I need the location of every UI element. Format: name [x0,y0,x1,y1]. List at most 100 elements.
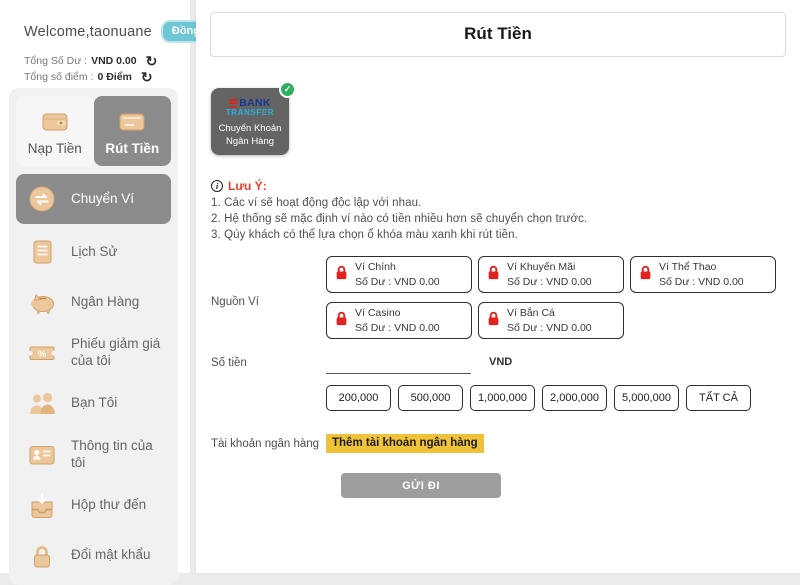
tab-label: Rút Tiền [105,141,159,156]
notes-heading-text: Lưu Ý: [228,179,267,193]
total-balance-line: Tổng Số Dư : VND 0.00 ↻ [24,55,190,67]
wallet-name: Ví Khuyến Mãi [507,260,592,274]
wallet-name: Ví Chính [355,260,440,274]
wallet-source-row: Nguồn Ví Ví Chính Số Dư : VND 0.00 Ví Kh… [211,256,800,348]
quick-amount-button[interactable]: 500,000 [398,385,463,411]
wallet-name: Ví Casino [355,306,440,320]
red-lock-icon [335,264,348,285]
points-value: 0 Điểm [97,71,131,83]
inbox-icon [26,490,58,522]
friends-icon [26,388,58,420]
sidebar-item-lich-su[interactable]: Lịch Sử [16,227,171,277]
note-line: 3. Qúy khách có thể lựa chọn ổ khóa màu … [211,229,800,241]
wallet-grid: Ví Chính Số Dư : VND 0.00 Ví Khuyến Mãi … [326,256,791,348]
notes-block: i Lưu Ý: 1. Các ví sẽ hoạt động độc lập … [211,179,800,241]
quick-amount-button[interactable]: 200,000 [326,385,391,411]
info-icon: i [211,180,223,192]
quick-amount-button[interactable]: 5,000,000 [614,385,679,411]
piggy-bank-icon [26,286,58,318]
sidebar-item-chuyen-vi[interactable]: Chuyển Ví [16,174,171,224]
sidebar-item-doi-mat-khau[interactable]: Đổi mật khẩu [16,531,171,581]
sidebar: Welcome,taonuane Đồng Tổng Số Dư : VND 0… [0,0,190,573]
tab-nap-tien[interactable]: Nạp Tiền [16,96,94,166]
ebank-logo-transfer-text: TRANSFER [211,108,289,117]
red-lock-icon [335,310,348,331]
red-lock-icon [487,310,500,331]
scroll-icon [26,236,58,268]
balance-block: Tổng Số Dư : VND 0.00 ↻ Tổng số điểm : 0… [0,43,190,83]
currency-label: VND [489,353,512,368]
page-title: Rút Tiền [210,12,786,57]
red-lock-icon [639,264,652,285]
wallet-card-vi-ban-ca[interactable]: Ví Bắn Cá Số Dư : VND 0.00 [478,302,624,339]
quick-amount-all-button[interactable]: TẤT CẢ [686,385,751,411]
wallet-icon [39,106,71,138]
tab-rut-tien[interactable]: Rút Tiền [94,96,172,166]
selected-check-icon: ✓ [279,81,296,98]
amount-row: Số tiền VND [211,353,800,374]
wallet-name: Ví Bắn Cá [507,306,592,320]
note-line: 1. Các ví sẽ hoạt động độc lập với nhau. [211,197,800,209]
wallet-balance: Số Dư : VND 0.00 [507,321,592,335]
wallet-card-vi-casino[interactable]: Ví Casino Số Dư : VND 0.00 [326,302,472,339]
notes-heading: i Lưu Ý: [211,179,800,193]
red-lock-icon [487,264,500,285]
sidebar-item-label: Phiếu giảm giá của tôi [71,336,167,370]
sidebar-item-label: Lịch Sử [71,244,118,261]
ebank-logo-stripes [229,99,237,108]
quick-amount-button[interactable]: 1,000,000 [470,385,535,411]
points-label: Tổng số điểm : [24,71,93,83]
sidebar-item-ban-toi[interactable]: Bạn Tôi [16,379,171,429]
wallet-balance: Số Dư : VND 0.00 [507,275,592,289]
bank-account-row: Tài khoản ngân hàng Thêm tài khoản ngân … [211,434,800,453]
sidebar-item-label: Đổi mật khẩu [71,547,151,564]
sidebar-item-label: Bạn Tôi [71,395,117,412]
wallet-balance: Số Dư : VND 0.00 [355,275,440,289]
sidebar-item-hop-thu-den[interactable]: Hộp thư đến [16,481,171,531]
total-points-line: Tổng số điểm : 0 Điểm ↻ [24,71,190,83]
balance-value: VND 0.00 [91,55,137,67]
amount-label: Số tiền [211,353,326,369]
deposit-withdraw-tabs: Nạp Tiền Rút Tiền [16,96,171,166]
quick-amount-button[interactable]: 2,000,000 [542,385,607,411]
sidebar-item-phieu-giam-gia[interactable]: % Phiếu giảm giá của tôi [16,327,171,379]
amount-field: VND [326,353,512,374]
tab-label: Nạp Tiền [28,141,82,156]
wallet-card-vi-khuyen-mai[interactable]: Ví Khuyến Mãi Số Dư : VND 0.00 [478,256,624,293]
wallet-balance: Số Dư : VND 0.00 [355,321,440,335]
refresh-balance-icon[interactable]: ↻ [146,56,158,66]
svg-text:%: % [38,349,47,360]
wallet-name: Ví Thể Thao [659,260,744,274]
wallet-balance: Số Dư : VND 0.00 [659,275,744,289]
id-card-icon [26,439,58,471]
welcome-text: Welcome,taonuane [24,24,152,40]
sidebar-item-label: Hộp thư đến [71,497,146,514]
submit-button[interactable]: GỬI ĐI [341,473,501,498]
balance-label: Tổng Số Dư : [24,55,87,67]
withdraw-form: Nguồn Ví Ví Chính Số Dư : VND 0.00 Ví Kh… [211,256,800,498]
sidebar-item-label: Ngân Hàng [71,294,139,311]
quick-amounts-row: 200,000 500,000 1,000,000 2,000,000 5,00… [326,385,800,411]
refresh-points-icon[interactable]: ↻ [141,72,153,82]
bank-account-label: Tài khoản ngân hàng [211,438,326,450]
card-icon [116,106,148,138]
wallet-card-vi-chinh[interactable]: Ví Chính Số Dư : VND 0.00 [326,256,472,293]
note-line: 2. Hệ thống sẽ mặc định ví nào có tiền n… [211,213,800,225]
add-bank-account-link[interactable]: Thêm tài khoản ngân hàng [326,434,484,453]
sidebar-item-thong-tin[interactable]: Thông tin của tôi [16,429,171,481]
main-content: Rút Tiền ✓ BANK TRANSFER Chuyển Khoản Ng… [196,0,800,573]
coin-transfer-icon [26,183,58,215]
amount-input[interactable] [326,353,471,374]
sidebar-item-label: Chuyển Ví [71,191,134,208]
sidebar-item-ngan-hang[interactable]: Ngân Hàng [16,277,171,327]
coupon-icon: % [26,337,58,369]
method-bank-transfer[interactable]: ✓ BANK TRANSFER Chuyển Khoản Ngân Hàng [211,88,289,155]
method-label: Chuyển Khoản Ngân Hàng [211,122,289,149]
sidebar-menu-list: Chuyển Ví Lịch Sử Ngân Hàng % Phiếu giảm… [16,174,171,581]
sidebar-item-label: Thông tin của tôi [71,438,167,472]
welcome-row: Welcome,taonuane Đồng [0,0,190,43]
lock-icon [26,540,58,572]
wallet-section-label: Nguồn Ví [211,296,326,308]
sidebar-menu-panel: Nạp Tiền Rút Tiền Chuyển Ví Lịch Sử [9,88,178,585]
wallet-card-vi-the-thao[interactable]: Ví Thể Thao Số Dư : VND 0.00 [630,256,776,293]
